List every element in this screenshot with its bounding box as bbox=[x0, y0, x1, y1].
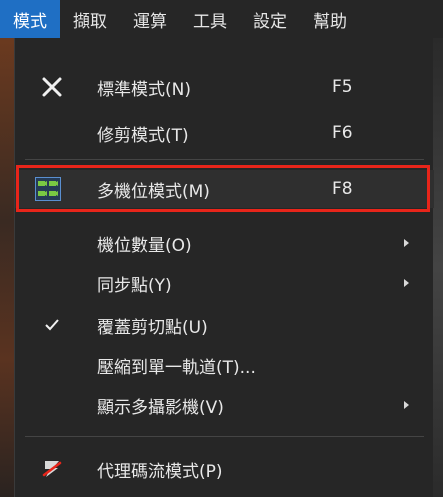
menu-separator bbox=[25, 159, 424, 160]
checkmark-icon bbox=[33, 306, 71, 344]
menu-item-label: 同步點(Y) bbox=[97, 275, 172, 296]
menu-mode[interactable]: 模式 bbox=[0, 0, 60, 38]
menu-item-label: 顯示多攝影機(V) bbox=[97, 397, 224, 418]
submenu-arrow-icon bbox=[404, 401, 409, 409]
menu-settings[interactable]: 設定 bbox=[240, 0, 300, 38]
menu-item-collapse-to-track[interactable]: 壓縮到單一軌道(T)... bbox=[15, 346, 434, 384]
menu-item-overwrite-clip[interactable]: 覆蓋剪切點(U) bbox=[15, 306, 434, 344]
menu-bar: 模式 擷取 運算 工具 設定 幫助 bbox=[0, 0, 443, 38]
menu-item-shortcut: F5 bbox=[332, 77, 353, 97]
menu-item-trim-mode[interactable]: 修剪模式(T) F6 bbox=[15, 114, 434, 152]
menu-help[interactable]: 幫助 bbox=[300, 0, 360, 38]
menu-item-label: 標準模式(N) bbox=[97, 79, 191, 100]
menu-compute[interactable]: 運算 bbox=[120, 0, 180, 38]
menu-item-standard-mode[interactable]: 標準模式(N) F5 bbox=[15, 68, 434, 106]
submenu-arrow-icon bbox=[404, 239, 409, 247]
proxy-icon bbox=[33, 450, 71, 488]
menu-item-label: 代理碼流模式(P) bbox=[97, 461, 223, 482]
mode-dropdown-menu: 標準模式(N) F5 修剪模式(T) F6 多機位模式(M) F8 機位數量(O… bbox=[14, 38, 434, 497]
annotation-highlight-box bbox=[16, 165, 430, 212]
close-x-icon bbox=[33, 68, 71, 106]
menu-item-show-multicam[interactable]: 顯示多攝影機(V) bbox=[15, 386, 434, 424]
menu-item-label: 壓縮到單一軌道(T)... bbox=[97, 357, 256, 378]
menu-item-camera-count[interactable]: 機位數量(O) bbox=[15, 224, 434, 262]
menu-item-sync-point[interactable]: 同步點(Y) bbox=[15, 264, 434, 302]
menu-item-label: 覆蓋剪切點(U) bbox=[97, 317, 208, 338]
background-right-strip bbox=[433, 38, 443, 497]
menu-separator bbox=[25, 436, 424, 437]
menu-item-proxy-stream-mode[interactable]: 代理碼流模式(P) bbox=[15, 450, 434, 488]
background-left-strip bbox=[0, 38, 14, 497]
menu-item-label: 機位數量(O) bbox=[97, 235, 192, 256]
menu-item-shortcut: F6 bbox=[332, 123, 353, 143]
menu-tools[interactable]: 工具 bbox=[180, 0, 240, 38]
menu-item-label: 修剪模式(T) bbox=[97, 125, 189, 146]
submenu-arrow-icon bbox=[404, 279, 409, 287]
menu-capture[interactable]: 擷取 bbox=[60, 0, 120, 38]
